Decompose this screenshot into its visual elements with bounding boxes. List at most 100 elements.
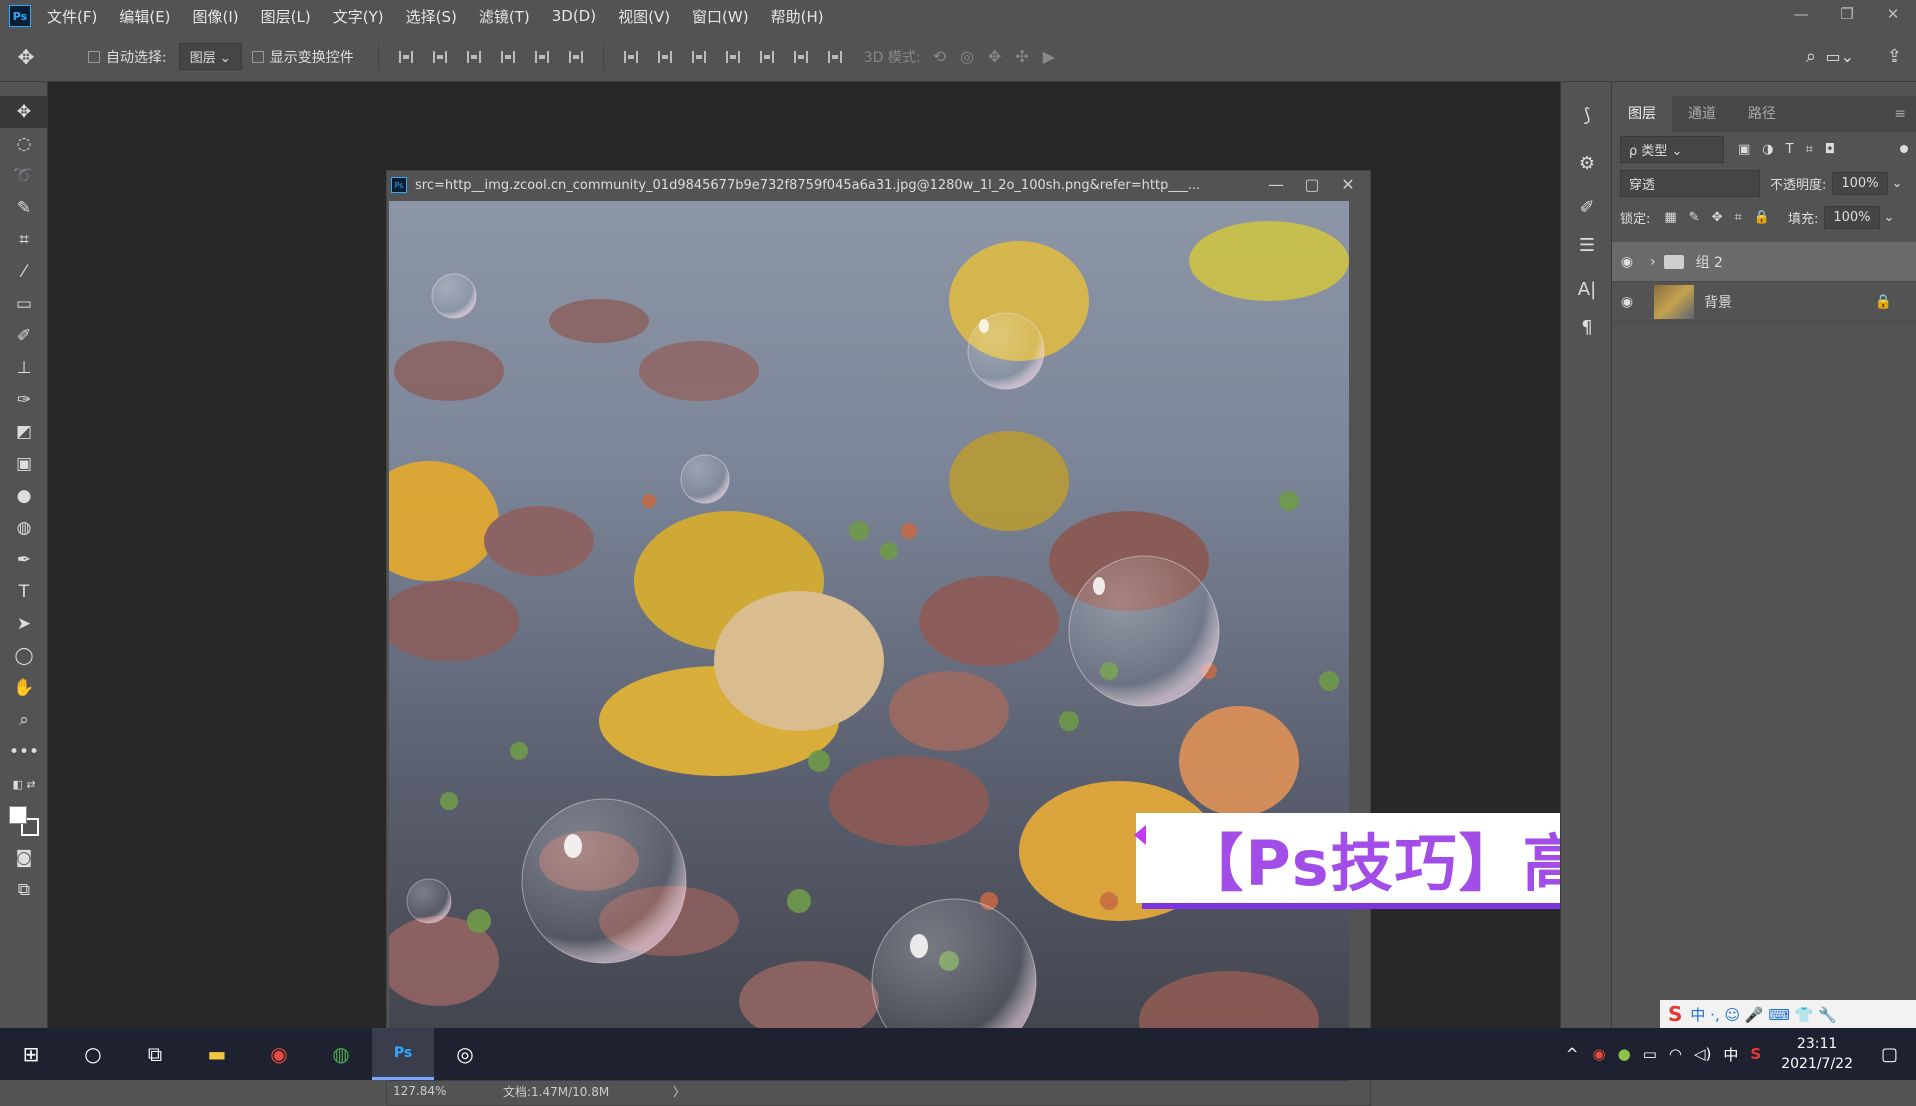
menu-3d[interactable]: 3D(D) [552,7,596,25]
lock-icons[interactable]: ▦✎✥⌗🔒 [1664,210,1782,225]
search-icon[interactable]: ⌕ [1806,46,1816,67]
menu-edit[interactable]: 编辑(E) [119,6,170,27]
crop-tool-icon[interactable]: ⌗ [0,224,48,256]
photoshop-taskbar-icon[interactable]: Ps [372,1028,434,1080]
expand-chevron-icon[interactable]: › [1650,254,1656,270]
distribute-bottom-icon[interactable] [682,43,716,71]
doc-close-button[interactable]: ✕ [1330,171,1366,199]
filter-toggle-icon[interactable] [1900,145,1908,153]
align-top-icon[interactable] [389,43,423,71]
brush-settings-icon[interactable]: ✐ [1561,188,1613,226]
ime-toolbar[interactable]: S 中 ·, ☺ 🎤 ⌨ 👕 🔧 [1660,1000,1916,1028]
align-left-icon[interactable] [491,43,525,71]
input-language[interactable]: 中 [1723,1044,1738,1065]
quick-mask-icon[interactable]: ◙ [0,842,48,874]
sogou-tray-icon[interactable]: S [1750,1045,1761,1063]
restore-button[interactable]: ❐ [1824,0,1870,28]
auto-select-dropdown[interactable]: 图层 ⌄ [178,43,242,70]
volume-icon[interactable]: ◁) [1694,1045,1711,1063]
document-title-bar[interactable]: Ps src=http__img.zcool.cn_community_01d9… [387,171,1370,199]
chrome-icon[interactable]: ◉ [248,1028,310,1080]
more-tools-icon[interactable]: ••• [0,736,48,768]
distribute-vcenter-icon[interactable] [648,43,682,71]
zoom-tool-icon[interactable]: ⌕ [0,704,48,736]
blend-mode-dropdown[interactable]: 穿透 [1620,169,1760,197]
distribute-left-icon[interactable] [716,43,750,71]
distribute-top-icon[interactable] [614,43,648,71]
character-panel-icon[interactable]: A| [1561,270,1613,308]
battery-icon[interactable]: ▭ [1643,1045,1657,1063]
menu-window[interactable]: 窗口(W) [692,6,749,27]
paragraph-panel-icon[interactable]: ¶ [1561,308,1613,346]
fill-input[interactable]: 100% [1824,205,1880,229]
workspace-icon[interactable]: ▭⌄ [1825,47,1854,66]
stamp-tool-icon[interactable]: ⊥ [0,352,48,384]
menu-layer[interactable]: 图层(L) [261,6,311,27]
quick-select-tool-icon[interactable]: ✎ [0,192,48,224]
menu-select[interactable]: 选择(S) [406,6,457,27]
marquee-tool-icon[interactable]: ◌ [0,128,48,160]
minimize-button[interactable]: — [1778,0,1824,28]
align-right-icon[interactable] [559,43,593,71]
blur-tool-icon[interactable]: ● [0,480,48,512]
doc-maximize-button[interactable]: ▢ [1294,171,1330,199]
gradient-tool-icon[interactable]: ▣ [0,448,48,480]
move-tool-icon[interactable]: ✥ [0,45,52,69]
file-explorer-icon[interactable]: ▬ [186,1028,248,1080]
ime-tools[interactable]: 中 ·, ☺ 🎤 ⌨ 👕 🔧 [1690,1004,1836,1025]
distribute-hcenter-icon[interactable] [750,43,784,71]
filter-icons[interactable]: ▣◑T⌗◘ [1738,142,1847,157]
tray-expand-icon[interactable]: ^ [1566,1045,1579,1063]
notification-icon[interactable]: ▢ [1881,1044,1898,1065]
menu-file[interactable]: 文件(F) [47,6,97,27]
canvas-image[interactable] [389,201,1349,1081]
history-brush-icon[interactable]: ✑ [0,384,48,416]
visibility-eye-icon[interactable]: ◉ [1612,254,1642,270]
eraser-tool-icon[interactable]: ◩ [0,416,48,448]
opacity-input[interactable]: 100% [1832,171,1888,195]
menu-view[interactable]: 视图(V) [618,6,670,27]
status-expand-icon[interactable]: 〉 [673,1083,685,1100]
visibility-eye-icon[interactable]: ◉ [1612,294,1642,310]
screen-mode-icon[interactable]: ⧉ [0,874,48,906]
fill-chevron-icon[interactable]: ⌄ [1884,210,1895,225]
wifi-icon[interactable]: ◠ [1669,1045,1682,1063]
move-tool-icon[interactable]: ✥ [0,96,48,128]
clock[interactable]: 23:11 2021/7/22 [1781,1034,1853,1074]
task-view-icon[interactable]: ⧉ [124,1028,186,1080]
share-icon[interactable]: ⇪ [1887,46,1902,67]
tray-app2-icon[interactable]: ● [1618,1045,1631,1063]
align-vcenter-icon[interactable] [423,43,457,71]
tray-app-icon[interactable]: ◉ [1593,1045,1606,1063]
opacity-chevron-icon[interactable]: ⌄ [1892,176,1903,191]
distribute-right-icon[interactable] [784,43,818,71]
menu-filter[interactable]: 滤镜(T) [479,6,530,27]
adjustments-icon[interactable]: ☰ [1561,226,1613,264]
browser-green-icon[interactable]: ◍ [310,1028,372,1080]
tab-layers[interactable]: 图层 [1612,96,1672,132]
show-transform-checkbox[interactable] [251,50,264,63]
auto-align-icon[interactable] [818,43,852,71]
search-circle-icon[interactable]: ○ [62,1028,124,1080]
hand-tool-icon[interactable]: ✋ [0,672,48,704]
type-tool-icon[interactable]: T [0,576,48,608]
doc-minimize-button[interactable]: — [1258,171,1294,199]
layer-filter-dropdown[interactable]: ρ 类型 ⌄ [1620,135,1724,163]
zoom-level[interactable]: 127.84% [393,1084,503,1098]
windows-start-icon[interactable]: ⊞ [0,1028,62,1080]
properties-panel-icon[interactable]: ⚙ [1561,144,1613,182]
path-select-icon[interactable]: ➤ [0,608,48,640]
brush-tool-icon[interactable]: ✐ [0,320,48,352]
menu-help[interactable]: 帮助(H) [771,6,824,27]
align-bottom-icon[interactable] [457,43,491,71]
tab-paths[interactable]: 路径 [1732,96,1792,132]
lasso-tool-icon[interactable]: ➰ [0,160,48,192]
swap-colors-icon[interactable]: ◧ ⇄ [0,768,48,800]
dodge-tool-icon[interactable]: ◍ [0,512,48,544]
eyedropper-tool-icon[interactable]: ⁄ [0,256,48,288]
menu-type[interactable]: 文字(Y) [333,6,384,27]
ellipse-tool-icon[interactable]: ◯ [0,640,48,672]
align-hcenter-icon[interactable] [525,43,559,71]
history-panel-icon[interactable]: ⟆ [1561,96,1613,134]
obs-icon[interactable]: ◎ [434,1028,496,1080]
